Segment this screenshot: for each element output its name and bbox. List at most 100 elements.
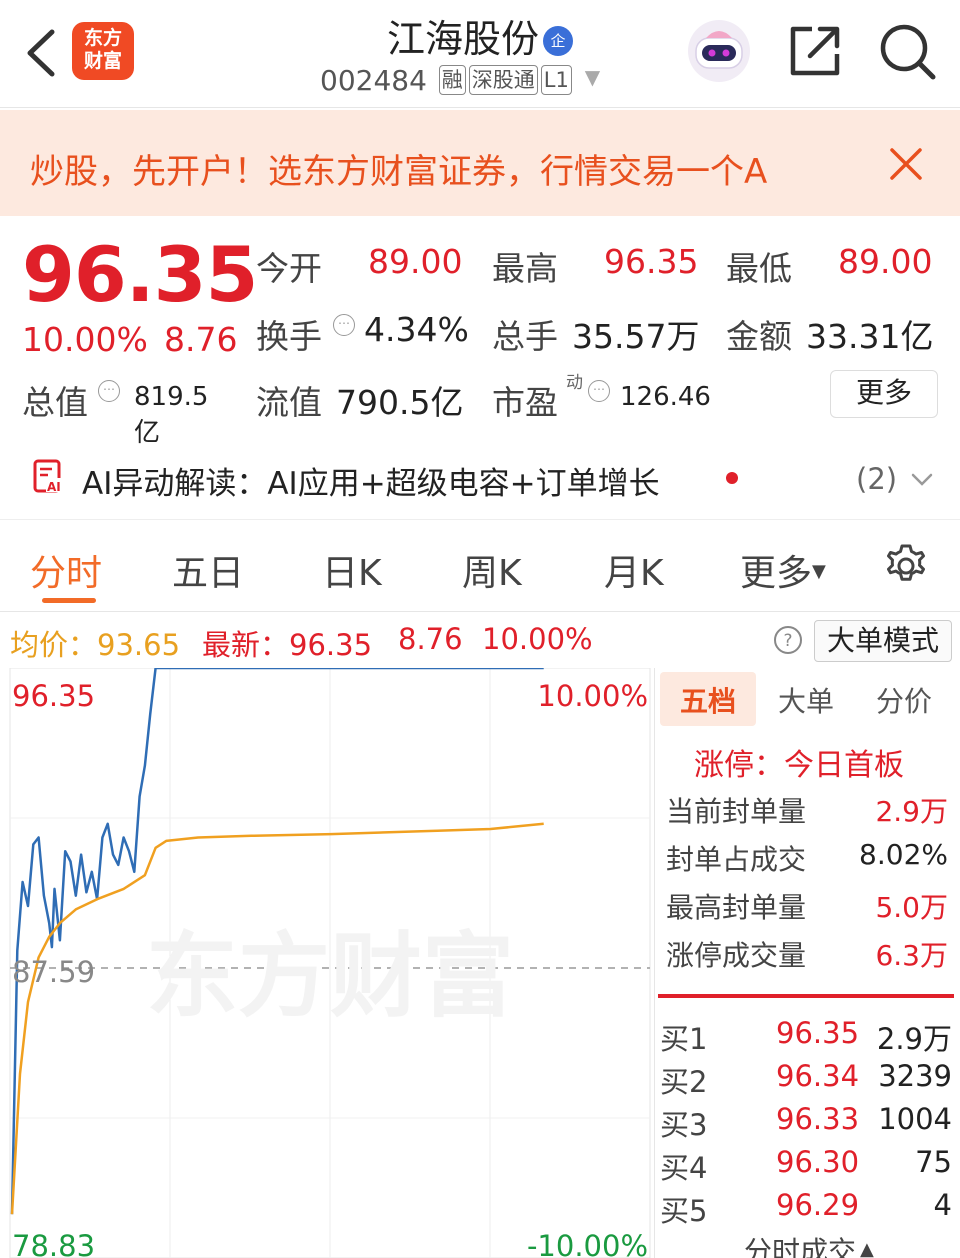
share-icon[interactable] [788, 24, 842, 78]
seal-label: 当前封单量 [666, 795, 807, 828]
tab-five-level[interactable]: 五档 [680, 680, 736, 720]
avg-value: 93.65 [97, 628, 181, 662]
order-book-divider [658, 994, 954, 998]
y-bottom-label: 78.83 [12, 1229, 95, 1258]
high-value: 96.35 [604, 242, 699, 281]
ai-insight-row[interactable]: AI AI异动解读：AI应用+超级电容+订单增长 (2) [0, 440, 960, 520]
tab-more-label: 更多 [740, 553, 813, 594]
y-bottom-pct-label: -10.00% [527, 1229, 648, 1258]
tab-five-day[interactable]: 五日 [172, 544, 244, 596]
top-bar: 东方财富 江海股份企 002484 融深股通 L1 ▼ [0, 0, 960, 108]
turnover-info-icon[interactable]: ⋯ [333, 314, 355, 336]
seal-label: 涨停成交量 [666, 939, 807, 972]
chart-watermark: 东方财富 [146, 922, 514, 1030]
open-label: 今开 [256, 249, 322, 288]
bid-price: 96.29 [776, 1188, 860, 1222]
time-sales-label: 分时成交 [744, 1235, 857, 1258]
float-value: 790.5亿 [336, 383, 464, 422]
level-tag: L1 [540, 65, 572, 95]
more-stats-button[interactable]: 更多 [830, 370, 938, 418]
caret-down-icon: ▼ [812, 561, 826, 582]
bid-price: 96.30 [776, 1145, 860, 1179]
open-value: 89.00 [368, 242, 463, 281]
latest-change-pct: 10.00% [482, 622, 593, 656]
svg-text:?: ? [783, 631, 792, 651]
panel-divider [654, 668, 655, 1258]
settings-gear-icon[interactable] [882, 542, 930, 590]
y-top-label: 96.35 [12, 679, 95, 713]
intraday-chart-svg: 东方财富 96.35 87.59 78.83 10.00% -10.00% [9, 666, 651, 1258]
close-icon[interactable] [888, 146, 924, 182]
amount-label: 金额 [726, 317, 792, 356]
seal-value: 2.9万 [875, 795, 948, 828]
latest-change: 8.76 [398, 622, 463, 656]
tab-price-dist[interactable]: 分价 [876, 680, 932, 720]
volume-label: 总手 [492, 317, 558, 356]
seal-label: 最高封单量 [666, 891, 807, 924]
bid-label: 买1 [660, 1022, 708, 1056]
big-order-mode-button[interactable]: 大单模式 [814, 620, 952, 662]
y-top-pct-label: 10.00% [537, 679, 648, 713]
latest-value: 96.35 [289, 628, 373, 662]
low-value: 89.00 [838, 242, 933, 281]
promo-banner[interactable]: 炒股，先开户！选东方财富证券，行情交易一个A [0, 110, 960, 216]
change-percent: 10.00% [22, 320, 148, 359]
latest-price: 最新：96.35 [202, 622, 372, 664]
new-dot-icon [726, 472, 738, 484]
dropdown-caret-icon[interactable]: ▼ [585, 65, 600, 89]
avg-price: 均价：93.65 [10, 622, 180, 664]
connect-tag: 深股通 [468, 65, 538, 95]
y-mid-label: 87.59 [12, 955, 95, 989]
chart-summary: 均价：93.65 最新：96.35 8.76 10.00% ? 大单模式 [0, 614, 960, 668]
amount-value: 33.31亿 [806, 317, 934, 356]
chart-tabs: 分时 五日 日K 周K 月K 更多▼ [0, 520, 960, 612]
turnover-label: 换手 [256, 317, 322, 356]
mktcap-value: 819.5亿 [134, 382, 209, 448]
chevron-down-icon[interactable] [910, 472, 934, 488]
margin-tag: 融 [438, 65, 466, 95]
enterprise-badge: 企 [543, 26, 573, 56]
tab-weekly-k[interactable]: 周K [462, 544, 522, 596]
intraday-chart[interactable]: 东方财富 96.35 87.59 78.83 10.00% -10.00% [0, 666, 652, 1258]
pe-info-icon[interactable]: ⋯ [588, 380, 610, 402]
ai-robot-icon[interactable] [686, 18, 752, 84]
change-amount: 8.76 [164, 320, 238, 359]
bid-volume: 3239 [878, 1059, 952, 1093]
avg-label: 均价： [10, 628, 98, 662]
limit-up-status: 涨停：今日首板 [694, 748, 904, 783]
turnover-value: 4.34% [364, 310, 469, 349]
help-icon[interactable]: ? [772, 624, 804, 656]
ai-insight-text: AI异动解读：AI应用+超级电容+订单增长 [82, 466, 660, 502]
pe-label: 市盈 [492, 383, 558, 422]
tab-daily-k[interactable]: 日K [322, 544, 382, 596]
time-sales-toggle[interactable]: 分时成交 ▲ [744, 1230, 874, 1258]
bid-label: 买2 [660, 1065, 708, 1099]
tab-big-order[interactable]: 大单 [778, 680, 834, 720]
tab-more[interactable]: 更多▼ [740, 544, 826, 596]
bid-price: 96.35 [776, 1016, 860, 1050]
banner-text: 炒股，先开户！选东方财富证券，行情交易一个A [30, 152, 768, 192]
ai-doc-icon: AI [33, 459, 65, 494]
tab-intraday[interactable]: 分时 [30, 544, 102, 596]
mktcap-info-icon[interactable]: ⋯ [98, 380, 120, 402]
bid-price: 96.34 [776, 1059, 860, 1093]
mktcap-label: 总值 [22, 383, 88, 422]
seal-value: 6.3万 [875, 939, 948, 972]
pe-value: 126.46 [620, 382, 711, 412]
pe-superscript: 动 [566, 373, 583, 393]
current-price: 96.35 [22, 230, 258, 319]
latest-label: 最新： [202, 628, 290, 662]
bid-volume: 4 [933, 1188, 952, 1222]
bid-volume: 75 [915, 1145, 952, 1179]
tab-monthly-k[interactable]: 月K [604, 544, 664, 596]
bid-volume: 1004 [878, 1102, 952, 1136]
seal-label: 封单占成交 [666, 843, 807, 876]
stock-code-line: 002484 融深股通 L1 ▼ [320, 64, 600, 97]
seal-value: 8.02% [859, 838, 948, 871]
bid-label: 买5 [660, 1194, 708, 1228]
search-icon[interactable] [878, 22, 938, 82]
volume-value: 35.57万 [572, 317, 700, 356]
high-label: 最高 [492, 249, 558, 288]
stock-name: 江海股份 [386, 17, 539, 61]
caret-up-icon: ▲ [860, 1239, 874, 1258]
